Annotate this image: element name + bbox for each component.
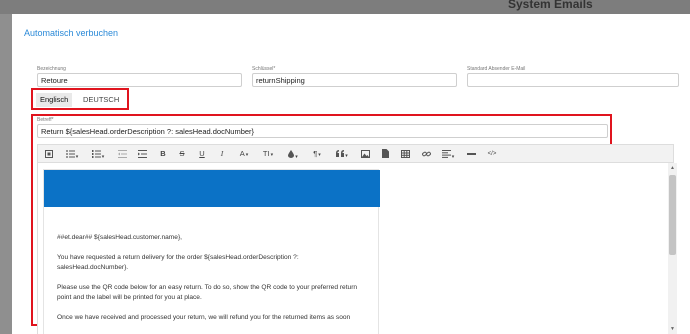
scroll-down-icon[interactable]: ▼ (668, 326, 677, 332)
absender-input[interactable] (467, 73, 679, 87)
subject-label: Betreff* (37, 117, 54, 123)
paragraph-icon: ¶ (313, 149, 318, 158)
background-page-title: System Emails (508, 0, 593, 11)
font-size-icon: TI (262, 149, 270, 158)
strikethrough-button[interactable]: S (177, 147, 187, 161)
font-size-button[interactable]: TI▾ (260, 147, 276, 161)
quote-icon[interactable]: ▾ (334, 147, 350, 161)
scroll-up-icon[interactable]: ▲ (668, 165, 677, 171)
email-paragraph-2: Please use the QR code below for an easy… (57, 284, 358, 301)
file-icon[interactable] (379, 147, 391, 161)
paragraph-format-button[interactable]: ¶▾ (309, 147, 325, 161)
email-greeting: ##et.dear## ${salesHead.customer.name}, (57, 234, 182, 241)
scroll-thumb[interactable] (669, 175, 676, 255)
align-icon[interactable]: ▾ (440, 147, 456, 161)
font-color-button[interactable]: A▾ (236, 147, 252, 161)
fullscreen-icon[interactable] (43, 147, 55, 161)
absender-label: Standard Absender E-Mail (467, 66, 526, 72)
editor-canvas[interactable]: ##et.dear## ${salesHead.customer.name}, … (37, 163, 674, 334)
modal-title: Automatisch verbuchen (24, 28, 119, 38)
bezeichnung-input[interactable]: Retoure (37, 73, 242, 87)
bold-button[interactable]: B (158, 147, 168, 161)
language-tabs: Englisch DEUTSCH (31, 88, 129, 110)
horizontal-rule-icon[interactable] (465, 147, 477, 161)
bezeichnung-label: Bezeichnung (37, 66, 66, 72)
schluessel-input[interactable]: returnShipping (252, 73, 457, 87)
numbered-list-icon[interactable]: ▾ (90, 147, 106, 161)
code-view-button[interactable]: </> (485, 147, 499, 161)
email-paragraph-1: You have requested a return delivery for… (57, 254, 299, 271)
tab-deutsch[interactable]: DEUTSCH (79, 93, 123, 107)
schluessel-label: Schlüssel* (252, 66, 276, 72)
italic-button[interactable]: I (217, 147, 227, 161)
underline-button[interactable]: U (197, 147, 207, 161)
tab-englisch[interactable]: Englisch (36, 93, 73, 107)
link-icon[interactable] (420, 147, 432, 161)
subject-input[interactable]: Return ${salesHead.orderDescription ?: s… (37, 124, 608, 138)
email-paragraph-3: Once we have received and processed your… (57, 314, 351, 321)
outdent-icon[interactable] (116, 147, 128, 161)
indent-icon[interactable] (136, 147, 148, 161)
editor-scrollbar[interactable]: ▲ ▼ (668, 163, 677, 334)
editor-toolbar: ▾ ▾ B S U I A▾ TI▾ ▾ ¶▾ ▾ ▾ </> (37, 144, 674, 163)
edit-email-modal: Automatisch verbuchen Bezeichnung Retour… (12, 14, 690, 334)
font-color-icon: A (239, 149, 245, 158)
email-template-body: ##et.dear## ${salesHead.customer.name}, … (43, 169, 380, 334)
image-icon[interactable] (359, 147, 371, 161)
background-color-icon[interactable]: ▾ (285, 147, 301, 161)
bullet-list-icon[interactable]: ▾ (64, 147, 80, 161)
email-banner (44, 170, 380, 207)
table-icon[interactable] (399, 147, 411, 161)
